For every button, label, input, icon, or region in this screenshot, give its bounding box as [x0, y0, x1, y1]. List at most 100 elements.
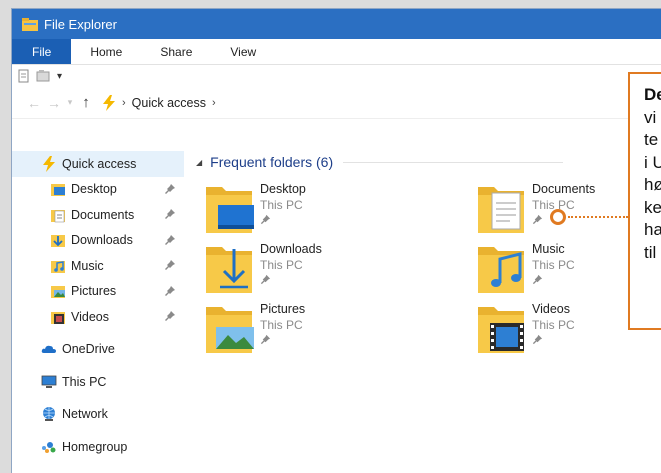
sidebar-item-this-pc[interactable]: This PC — [12, 369, 184, 395]
folder-name: Desktop — [260, 182, 306, 196]
quick-access-lightning-icon — [103, 94, 115, 111]
folder-tiles: Desktop This PC Documents This PC Downlo… — [196, 173, 661, 373]
tab-view[interactable]: View — [211, 39, 275, 64]
pictures-folder-icon — [206, 307, 254, 353]
music-folder-icon — [478, 247, 524, 293]
ribbon-tabs: File Home Share View — [12, 39, 661, 65]
collapse-triangle-icon[interactable]: ◢ — [196, 158, 202, 167]
main-area: Quick access Desktop Documents Downloads… — [12, 149, 661, 473]
quick-access-lightning-icon — [43, 155, 55, 172]
pin-icon[interactable] — [164, 208, 176, 220]
callout-line: ke — [644, 197, 661, 217]
sidebar-item-label: Videos — [71, 309, 109, 324]
breadcrumb-quick-access[interactable]: Quick access — [132, 96, 206, 110]
address-path[interactable]: › Quick access › — [102, 92, 216, 114]
callout-line: De — [644, 85, 661, 104]
desktop-folder-icon — [206, 187, 254, 233]
properties-icon[interactable] — [17, 69, 31, 83]
documents-folder-icon — [51, 209, 65, 223]
title-bar: File Explorer — [12, 9, 661, 39]
file-explorer-window: File Explorer File Home Share View ▾ ← →… — [11, 8, 661, 473]
desktop-folder-icon — [51, 184, 65, 197]
path-separator-icon[interactable]: › — [212, 97, 216, 109]
downloads-folder-icon — [206, 247, 252, 293]
file-explorer-icon — [22, 17, 38, 31]
folder-tile-downloads[interactable]: Downloads This PC — [204, 239, 404, 297]
folder-name: Downloads — [260, 242, 322, 256]
pin-icon — [260, 334, 271, 345]
folder-name: Music — [532, 242, 565, 256]
pin-icon — [260, 274, 271, 285]
pin-icon[interactable] — [164, 259, 176, 271]
callout-marker-ring — [550, 209, 566, 225]
network-globe-icon — [43, 407, 55, 422]
address-bar: ← → ▾ ↑ › Quick access › — [12, 87, 661, 119]
folder-location: This PC — [532, 318, 575, 332]
folder-location: This PC — [532, 258, 575, 272]
callout-line: vi — [644, 107, 657, 127]
back-arrow-icon[interactable]: ← — [24, 95, 44, 111]
callout-line: hø — [644, 175, 661, 194]
callout-leader-line — [568, 216, 628, 218]
pin-icon[interactable] — [164, 310, 176, 322]
navigation-pane: Quick access Desktop Documents Downloads… — [12, 149, 184, 473]
sidebar-item-label: Music — [71, 258, 104, 273]
videos-folder-icon — [51, 311, 65, 324]
pin-icon[interactable] — [164, 285, 176, 297]
new-folder-icon[interactable] — [36, 69, 50, 83]
recent-locations-chevron-icon[interactable]: ▾ — [64, 97, 76, 108]
sidebar-item-quick-access[interactable]: Quick access — [12, 151, 184, 177]
sidebar-item-desktop[interactable]: Desktop — [12, 177, 184, 203]
sidebar-item-homegroup[interactable]: Homegroup — [12, 434, 184, 460]
folder-location: This PC — [260, 318, 303, 332]
folder-tile-desktop[interactable]: Desktop This PC — [204, 179, 404, 237]
callout-line: til — [644, 242, 657, 262]
folder-location: This PC — [260, 198, 303, 212]
folder-name: Documents — [532, 182, 596, 196]
folder-tile-pictures[interactable]: Pictures This PC — [204, 299, 404, 357]
sidebar-item-videos[interactable]: Videos — [12, 304, 184, 330]
sidebar-item-network[interactable]: Network — [12, 402, 184, 428]
sidebar-item-label: Homegroup — [62, 439, 128, 454]
homegroup-icon — [42, 441, 56, 453]
callout-line: te — [644, 130, 659, 149]
quick-access-toolbar: ▾ — [12, 65, 661, 87]
sidebar-item-label: Quick access — [62, 156, 137, 171]
pin-icon — [532, 214, 543, 225]
pin-icon[interactable] — [164, 183, 176, 195]
sidebar-item-downloads[interactable]: Downloads — [12, 228, 184, 254]
pin-icon — [532, 274, 543, 285]
group-title: Frequent folders (6) — [210, 154, 334, 170]
folder-name: Pictures — [260, 302, 306, 316]
window-title: File Explorer — [44, 16, 117, 32]
tab-home[interactable]: Home — [71, 39, 141, 64]
sidebar-item-onedrive[interactable]: OneDrive — [12, 337, 184, 363]
group-divider — [343, 161, 564, 163]
frequent-folders-header[interactable]: ◢ Frequent folders (6) — [196, 151, 661, 173]
pin-icon — [260, 214, 271, 225]
tab-file[interactable]: File — [12, 39, 72, 64]
content-pane: ◢ Frequent folders (6) Desktop This PC D… — [184, 149, 661, 473]
videos-folder-icon — [478, 307, 524, 353]
callout-line: ha — [644, 220, 661, 239]
sidebar-item-label: This PC — [62, 374, 107, 389]
computer-icon — [41, 375, 57, 388]
path-separator-icon: › — [122, 96, 126, 109]
documents-folder-icon — [478, 187, 524, 233]
customize-toolbar-chevron-icon[interactable]: ▾ — [57, 71, 62, 82]
up-arrow-icon[interactable]: ↑ — [76, 94, 96, 111]
pictures-folder-icon — [51, 286, 65, 299]
forward-arrow-icon[interactable]: → — [44, 95, 64, 111]
sidebar-item-pictures[interactable]: Pictures — [12, 279, 184, 305]
sidebar-item-label: Downloads — [71, 233, 133, 248]
pin-icon[interactable] — [164, 234, 176, 246]
tab-share[interactable]: Share — [141, 39, 211, 64]
sidebar-item-label: OneDrive — [62, 342, 115, 357]
folder-location: This PC — [260, 258, 303, 272]
pin-icon — [532, 334, 543, 345]
downloads-folder-icon — [51, 235, 65, 248]
sidebar-item-label: Desktop — [71, 182, 117, 197]
sidebar-item-documents[interactable]: Documents — [12, 202, 184, 228]
onedrive-cloud-icon — [41, 346, 56, 354]
sidebar-item-music[interactable]: Music — [12, 253, 184, 279]
